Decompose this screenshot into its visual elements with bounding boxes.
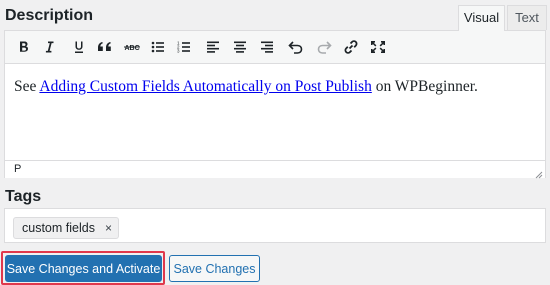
save-changes-and-activate-button[interactable]: Save Changes and Activate [5, 255, 162, 282]
align-left-button[interactable] [201, 35, 225, 59]
redo-button[interactable] [312, 35, 336, 59]
align-right-button[interactable] [255, 35, 279, 59]
tag-remove-icon[interactable]: × [105, 221, 112, 235]
italic-icon [42, 40, 56, 54]
undo-button[interactable] [284, 35, 308, 59]
redo-icon [316, 40, 332, 54]
align-left-icon [206, 40, 220, 54]
editor-statusbar: P [5, 160, 545, 179]
blockquote-button[interactable] [93, 35, 117, 59]
description-label: Description [5, 7, 94, 24]
blockquote-icon [97, 40, 113, 54]
tag-chip: custom fields × [13, 217, 119, 239]
editor-toolbar: ABC 123 [5, 31, 545, 64]
content-prefix: See [14, 78, 40, 95]
tab-visual[interactable]: Visual [458, 5, 505, 31]
description-editor: ABC 123 See Adding Custom Fields Automat… [4, 30, 546, 179]
bullet-list-button[interactable] [146, 35, 170, 59]
link-button[interactable] [339, 35, 363, 59]
underline-icon [72, 40, 86, 54]
numbered-list-icon: 123 [177, 40, 191, 54]
strikethrough-button[interactable]: ABC [120, 35, 144, 59]
align-center-button[interactable] [228, 35, 252, 59]
fullscreen-button[interactable] [366, 35, 390, 59]
save-changes-button[interactable]: Save Changes [169, 255, 260, 282]
tag-label: custom fields [22, 221, 95, 235]
element-path[interactable]: P [14, 163, 21, 175]
underline-button[interactable] [67, 35, 91, 59]
editor-paragraph: See Adding Custom Fields Automatically o… [14, 78, 478, 96]
numbered-list-button[interactable]: 123 [172, 35, 196, 59]
tab-text[interactable]: Text [507, 5, 547, 30]
tags-label: Tags [5, 188, 42, 205]
italic-button[interactable] [37, 35, 61, 59]
bullet-list-icon [151, 40, 165, 54]
bold-button[interactable] [12, 35, 36, 59]
resize-handle-icon[interactable] [533, 166, 543, 179]
align-center-icon [233, 40, 247, 54]
tags-input[interactable]: custom fields × [4, 208, 546, 243]
strikethrough-icon: ABC [124, 41, 140, 53]
editor-content-area[interactable]: See Adding Custom Fields Automatically o… [5, 64, 545, 160]
bold-icon [17, 40, 31, 54]
link-icon [343, 39, 359, 55]
undo-icon [288, 40, 304, 54]
align-right-icon [260, 40, 274, 54]
content-link[interactable]: Adding Custom Fields Automatically on Po… [39, 78, 371, 95]
fullscreen-icon [370, 40, 386, 54]
content-suffix: on WPBeginner. [371, 78, 478, 95]
svg-text:ABC: ABC [125, 45, 140, 52]
svg-text:3: 3 [177, 49, 180, 54]
